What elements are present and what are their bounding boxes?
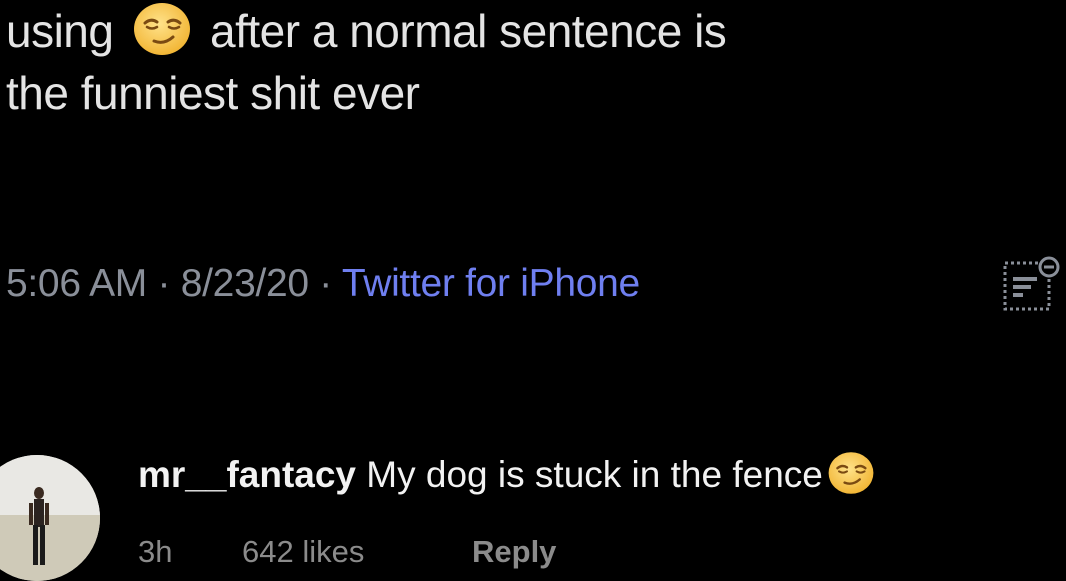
- tweet-meta: 5:06 AM · 8/23/20 · Twitter for iPhone: [6, 262, 640, 306]
- smirking-face-emoji-icon: [132, 1, 192, 57]
- tweet-text: using after a normal sentence is the fun…: [6, 0, 1066, 124]
- comment-username[interactable]: mr__fantacy: [138, 454, 356, 495]
- tweet-timestamp: 5:06 AM · 8/23/20 ·: [6, 262, 342, 305]
- tweet-source-link[interactable]: Twitter for iPhone: [342, 262, 640, 305]
- analytics-icon[interactable]: [1002, 253, 1062, 319]
- tweet-text-before-emoji: using: [6, 5, 114, 57]
- comment: mr__fantacy My dog is stuck in the fence…: [0, 450, 1066, 581]
- comment-likes[interactable]: 642 likes: [242, 534, 472, 570]
- tweet-text-after-emoji: after a normal sentence is: [210, 5, 727, 57]
- comment-meta: 3h 642 likes Reply: [138, 534, 556, 570]
- avatar[interactable]: [0, 455, 100, 581]
- tweet-line-2: the funniest shit ever: [6, 67, 420, 119]
- comment-text-line: mr__fantacy My dog is stuck in the fence: [138, 452, 875, 500]
- reply-button[interactable]: Reply: [472, 534, 556, 570]
- comment-text: My dog is stuck in the fence: [366, 454, 823, 495]
- tweet-line-1: using after a normal sentence is: [6, 0, 1066, 62]
- smirking-face-emoji-icon: [827, 450, 875, 496]
- comment-time: 3h: [138, 534, 173, 569]
